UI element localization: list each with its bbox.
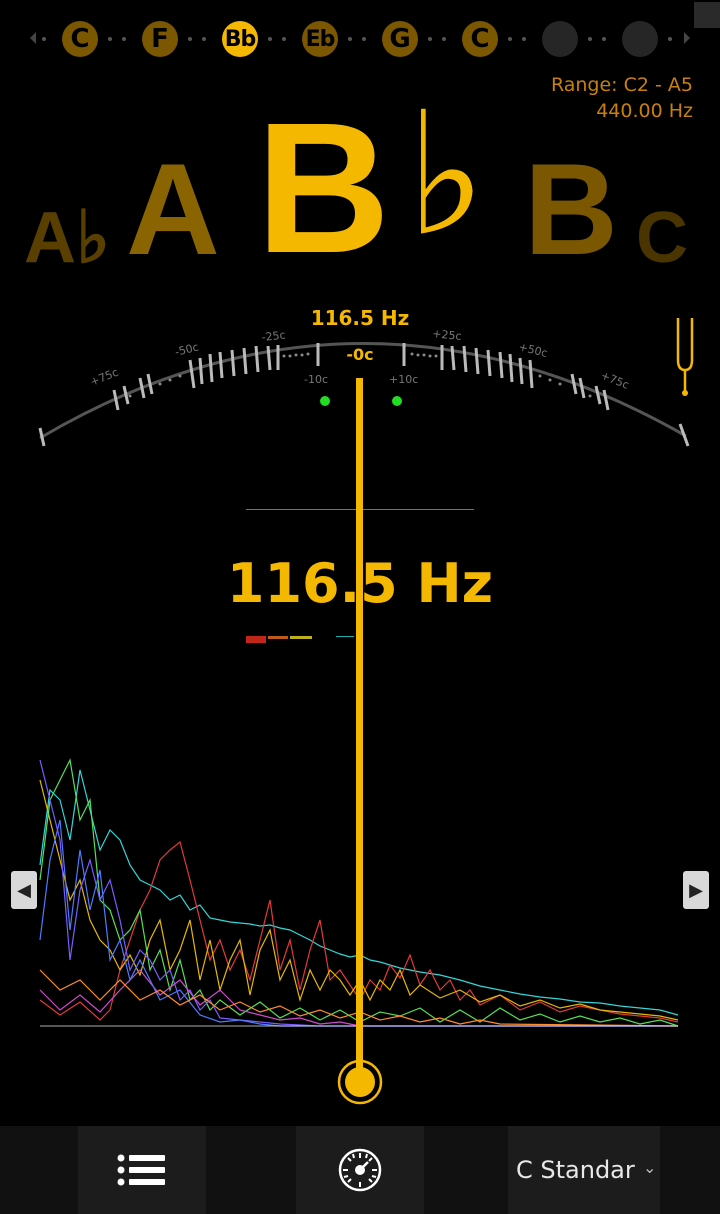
next-button[interactable]: ▶ <box>683 871 709 909</box>
scale-label: +75c <box>599 369 631 392</box>
scale-label: -50c <box>174 340 200 358</box>
list-icon <box>117 1154 165 1186</box>
prev-button[interactable]: ◀ <box>11 871 37 909</box>
chevron-down-icon: ⌄ <box>643 1158 657 1177</box>
scale-label: +50c <box>517 340 549 360</box>
scale-label: +10c <box>389 373 418 386</box>
in-tune-led-right <box>392 396 402 406</box>
scale-label: -25c <box>261 329 286 344</box>
tuning-needle <box>356 378 363 1068</box>
right-arrow-icon: ▶ <box>689 879 703 901</box>
scale-label: +25c <box>432 327 462 343</box>
needle-pivot <box>337 1059 383 1105</box>
scale-label: +75c <box>88 366 120 389</box>
settings-button[interactable] <box>296 1126 424 1214</box>
dial-icon <box>338 1148 382 1192</box>
signal-level-meter <box>246 636 366 644</box>
tuning-name: C Standar <box>516 1156 635 1184</box>
in-tune-led-left <box>320 396 330 406</box>
menu-button[interactable] <box>78 1126 206 1214</box>
left-arrow-icon: ◀ <box>17 879 31 901</box>
scale-label: -10c <box>304 373 328 386</box>
tuning-fork-icon[interactable] <box>672 316 698 398</box>
